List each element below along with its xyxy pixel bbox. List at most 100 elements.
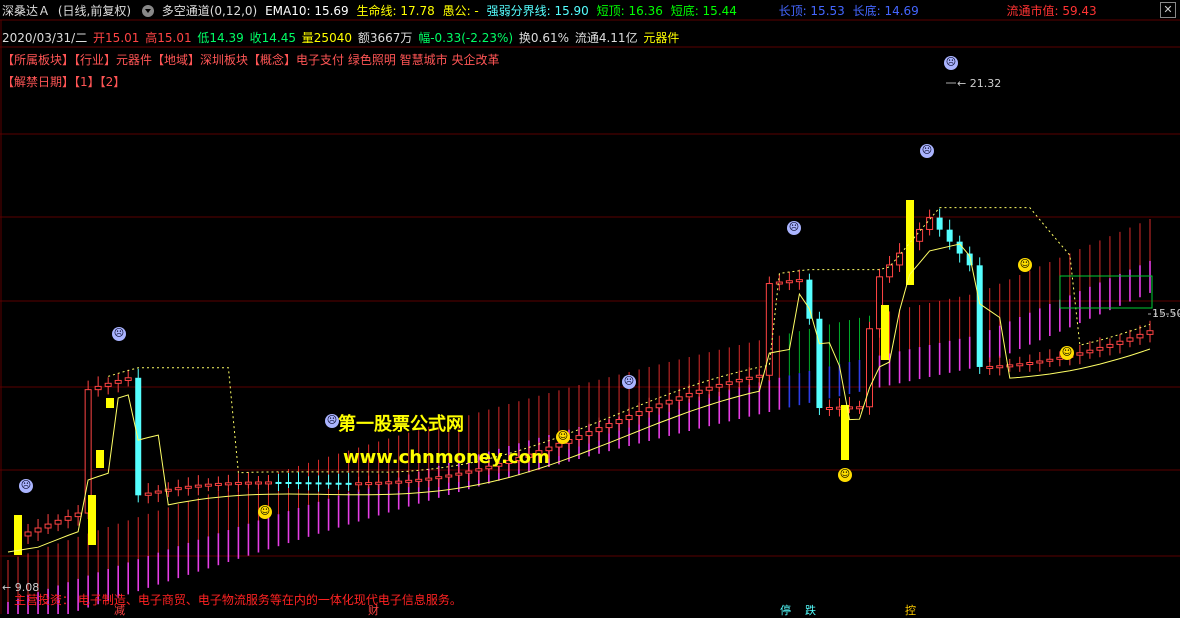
candle-body: [695, 389, 703, 394]
period-label: (日线,前复权): [57, 4, 132, 18]
candle-body: [144, 492, 152, 496]
candle-body: [1046, 358, 1054, 362]
signal-bar: [96, 450, 104, 468]
candle-body: [996, 365, 1004, 369]
candle-body: [385, 481, 393, 485]
candle-body: [1086, 349, 1094, 354]
fool-value: 愚公: -: [442, 4, 479, 18]
candle-body: [916, 228, 924, 242]
candle-body: [745, 376, 753, 380]
change-value: 幅-0.33(-2.23%): [418, 31, 514, 45]
candle-body: [74, 512, 82, 518]
smile-face-icon: ☺: [838, 468, 852, 482]
smile-face-icon: ☺: [556, 430, 570, 444]
high-value: 高15.01: [145, 31, 192, 45]
axis-mark-control: 控: [905, 604, 916, 617]
candle-body: [254, 481, 262, 485]
sad-face-icon: ☹: [944, 56, 958, 70]
candle-body: [1096, 346, 1104, 351]
candle-body: [335, 482, 342, 485]
candle-body: [685, 392, 693, 398]
candle-body: [204, 483, 212, 487]
candle-body: [725, 381, 733, 385]
candle-body: [54, 519, 62, 525]
indicator-dropdown-icon[interactable]: [141, 4, 154, 17]
candle-body: [1036, 360, 1044, 364]
candle-body: [595, 427, 603, 433]
candle-body: [1026, 361, 1034, 365]
candle-body: [675, 396, 683, 401]
candle-body: [425, 477, 433, 481]
candle-body: [124, 377, 132, 381]
low-value: 低14.39: [197, 31, 244, 45]
high-price-label: ← 21.32: [957, 77, 1002, 90]
candle-body: [445, 474, 453, 478]
candle-body: [194, 484, 202, 488]
candle-body: [615, 419, 623, 425]
quote-info-row: 2020/03/31/二 开15.01 高15.01 低14.39 收14.45…: [2, 29, 683, 47]
candle-body: [956, 241, 963, 254]
axis-mark-halt: 停: [780, 604, 791, 617]
candle-body: [816, 318, 823, 409]
candle-body: [735, 378, 743, 383]
candle-body: [244, 481, 252, 485]
short-top-value: 短顶: 16.36: [596, 4, 663, 18]
candle-body: [375, 481, 383, 485]
candle-body: [1136, 333, 1144, 339]
candle-body: [896, 252, 904, 266]
short-bottom-value: 短底: 15.44: [670, 4, 737, 18]
float-shares-value: 流通4.11亿: [574, 31, 638, 45]
candle-body: [34, 527, 42, 533]
candle-body: [936, 217, 943, 230]
close-icon[interactable]: ✕: [1160, 2, 1176, 18]
lifeline-value: 生命线: 17.78: [356, 4, 435, 18]
candle-body: [325, 482, 332, 485]
signal-bar: [906, 200, 914, 285]
signal-bar: [106, 398, 114, 408]
candle-body: [475, 468, 483, 472]
candle-body: [1146, 330, 1154, 335]
candle-body: [24, 531, 32, 537]
candle-body: [174, 487, 182, 491]
candle-body: [415, 478, 423, 482]
candle-body: [575, 435, 583, 441]
candle-body: [605, 423, 613, 429]
candle-body: [986, 365, 994, 369]
candle-body: [64, 516, 72, 521]
sad-face-icon: ☹: [325, 414, 339, 428]
candle-body: [405, 479, 413, 483]
open-value: 开15.01: [93, 31, 140, 45]
volume-value: 量25040: [301, 31, 352, 45]
candle-body: [1126, 337, 1134, 342]
candle-body: [806, 279, 813, 319]
candlestick-chart[interactable]: [0, 0, 1180, 614]
candle-body: [275, 481, 282, 484]
turnover-value: 换0.61%: [518, 31, 570, 45]
candle-body: [44, 523, 52, 529]
candle-body: [635, 411, 643, 417]
main-business: 主营投资： 电子制造、电子商贸、电子物流服务等在内的一体化现代电子信息服务。: [14, 593, 462, 607]
candle-body: [585, 431, 593, 437]
candle-body: [926, 217, 934, 230]
candle-body: [775, 281, 783, 285]
candle-body: [625, 415, 633, 421]
candle-body: [855, 406, 863, 410]
long-bottom-value: 长底: 14.69: [852, 4, 919, 18]
candle-body: [976, 265, 983, 367]
close-value: 收14.45: [249, 31, 296, 45]
candle-body: [84, 389, 92, 514]
sad-face-icon: ☹: [787, 221, 801, 235]
channel-box: [1059, 275, 1153, 309]
candle-body: [305, 482, 312, 485]
candle-body: [264, 481, 272, 485]
indicator-name[interactable]: 多空通道(0,12,0): [162, 4, 258, 18]
candle-body: [214, 482, 222, 486]
axis-mark-finance: 财: [368, 604, 379, 617]
high-price-value: 21.32: [969, 77, 1002, 90]
industry-value: 元器件: [643, 31, 680, 45]
candle-body: [465, 470, 473, 474]
sad-face-icon: ☹: [112, 327, 126, 341]
candle-body: [785, 280, 793, 284]
candle-body: [705, 386, 713, 391]
smile-face-icon: ☺: [1018, 258, 1032, 272]
